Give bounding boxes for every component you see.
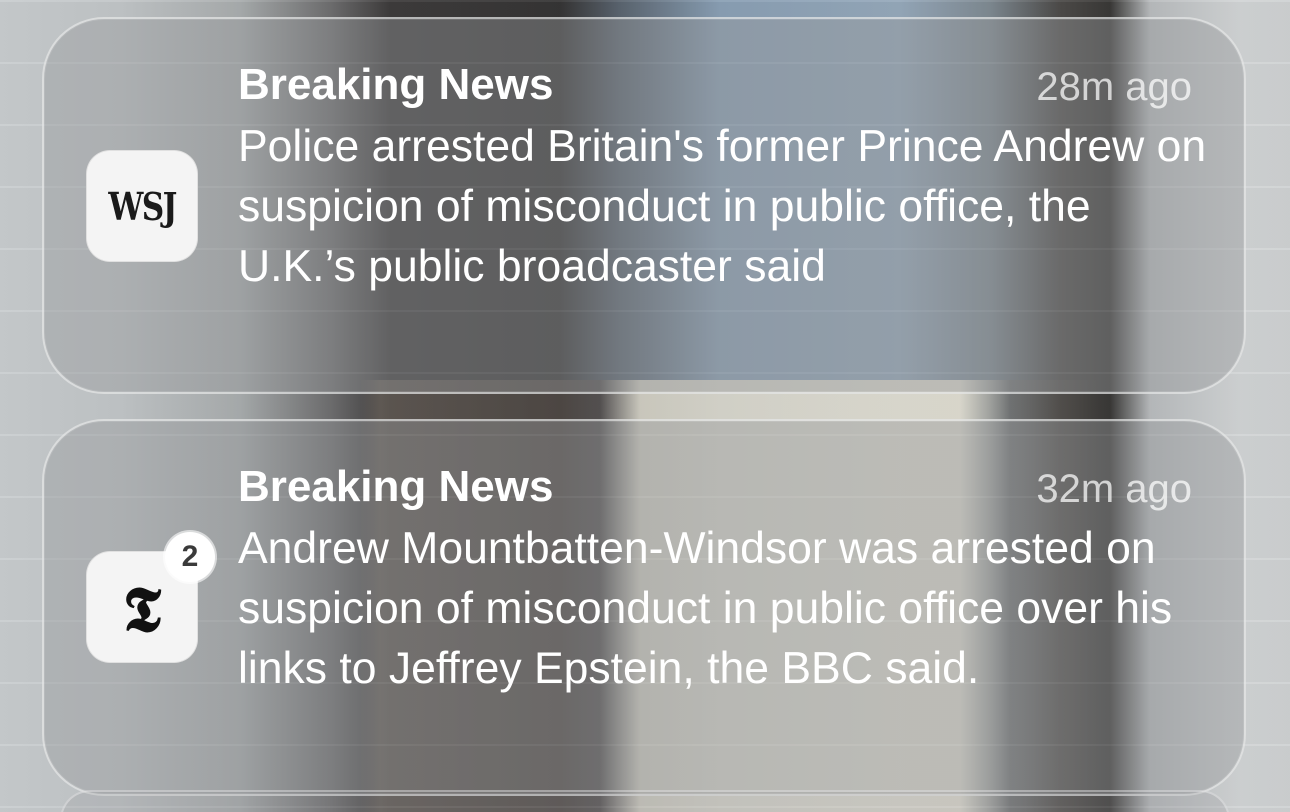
notification-card-nyt[interactable]: 𝕿 2 Breaking News 32m ago Andrew Mountba… (42, 419, 1246, 796)
notification-stack-peek[interactable] (60, 790, 1230, 812)
notification-count-badge: 2 (165, 532, 215, 582)
notification-body: Police arrested Britain's former Prince … (238, 122, 1207, 291)
wsj-icon-text: WSJ (108, 183, 177, 229)
nyt-icon-text: 𝕿 (122, 573, 162, 646)
nyt-icon: 𝕿 2 (86, 532, 215, 663)
notification-timestamp: 32m ago (1036, 467, 1192, 511)
notification-title: Breaking News (238, 462, 554, 511)
wsj-icon: WSJ (86, 150, 198, 262)
notification-timestamp: 28m ago (1036, 65, 1192, 109)
notification-title: Breaking News (238, 60, 554, 109)
notification-body: Andrew Mountbatten-Windsor was arrested … (238, 524, 1173, 693)
notification-card-wsj[interactable]: WSJ Breaking News 28m ago Police arreste… (42, 17, 1246, 394)
